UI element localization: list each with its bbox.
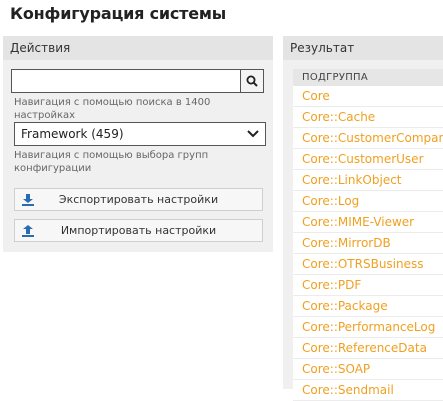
search-row	[11, 69, 264, 93]
group-hint: Навигация с помощью выбора групп конфигу…	[14, 150, 209, 174]
subgroup-column-header: ПОДГРУППА	[293, 69, 443, 86]
result-table: ПОДГРУППА Core Core::Cache Core::Custome…	[293, 69, 443, 401]
result-row[interactable]: Core::OTRSBusiness	[293, 254, 443, 275]
search-icon	[246, 75, 258, 87]
result-row[interactable]: Core::CustomerUser	[293, 149, 443, 170]
result-row[interactable]: Core::MIME-Viewer	[293, 212, 443, 233]
chevron-down-icon	[247, 130, 259, 138]
result-row[interactable]: Core::Cache	[293, 107, 443, 128]
search-button[interactable]	[240, 69, 264, 93]
page-title: Конфигурация системы	[10, 4, 227, 23]
export-settings-label: Экспортировать настройки	[58, 193, 219, 206]
result-header: Результат	[283, 36, 443, 60]
upload-icon	[21, 224, 35, 238]
result-panel: Результат ПОДГРУППА Core Core::Cache Cor…	[283, 36, 443, 401]
result-row[interactable]: Core::SOAP	[293, 359, 443, 380]
result-row[interactable]: Core::Log	[293, 191, 443, 212]
result-row[interactable]: Core	[293, 86, 443, 107]
result-row[interactable]: Core::Package	[293, 296, 443, 317]
export-settings-button[interactable]: Экспортировать настройки	[14, 188, 263, 211]
result-row[interactable]: Core::PDF	[293, 275, 443, 296]
search-input[interactable]	[11, 69, 240, 93]
actions-panel: Действия Навигация с помощью поиска в 14…	[3, 36, 273, 252]
group-select-value: Framework (459)	[21, 127, 124, 141]
actions-header: Действия	[3, 36, 273, 60]
search-hint: Навигация с помощью поиска в 1400 настро…	[14, 97, 211, 121]
import-settings-button[interactable]: Импортировать настройки	[14, 219, 263, 242]
result-row[interactable]: Core::PerformanceLog	[293, 317, 443, 338]
import-settings-label: Импортировать настройки	[60, 224, 217, 237]
result-row[interactable]: Core::CustomerCompany	[293, 128, 443, 149]
result-row[interactable]: Core::Sendmail	[293, 380, 443, 401]
result-row[interactable]: Core::LinkObject	[293, 170, 443, 191]
result-row[interactable]: Core::ReferenceData	[293, 338, 443, 359]
group-select[interactable]: Framework (459)	[14, 122, 266, 146]
download-icon	[21, 193, 35, 207]
result-row[interactable]: Core::MirrorDB	[293, 233, 443, 254]
